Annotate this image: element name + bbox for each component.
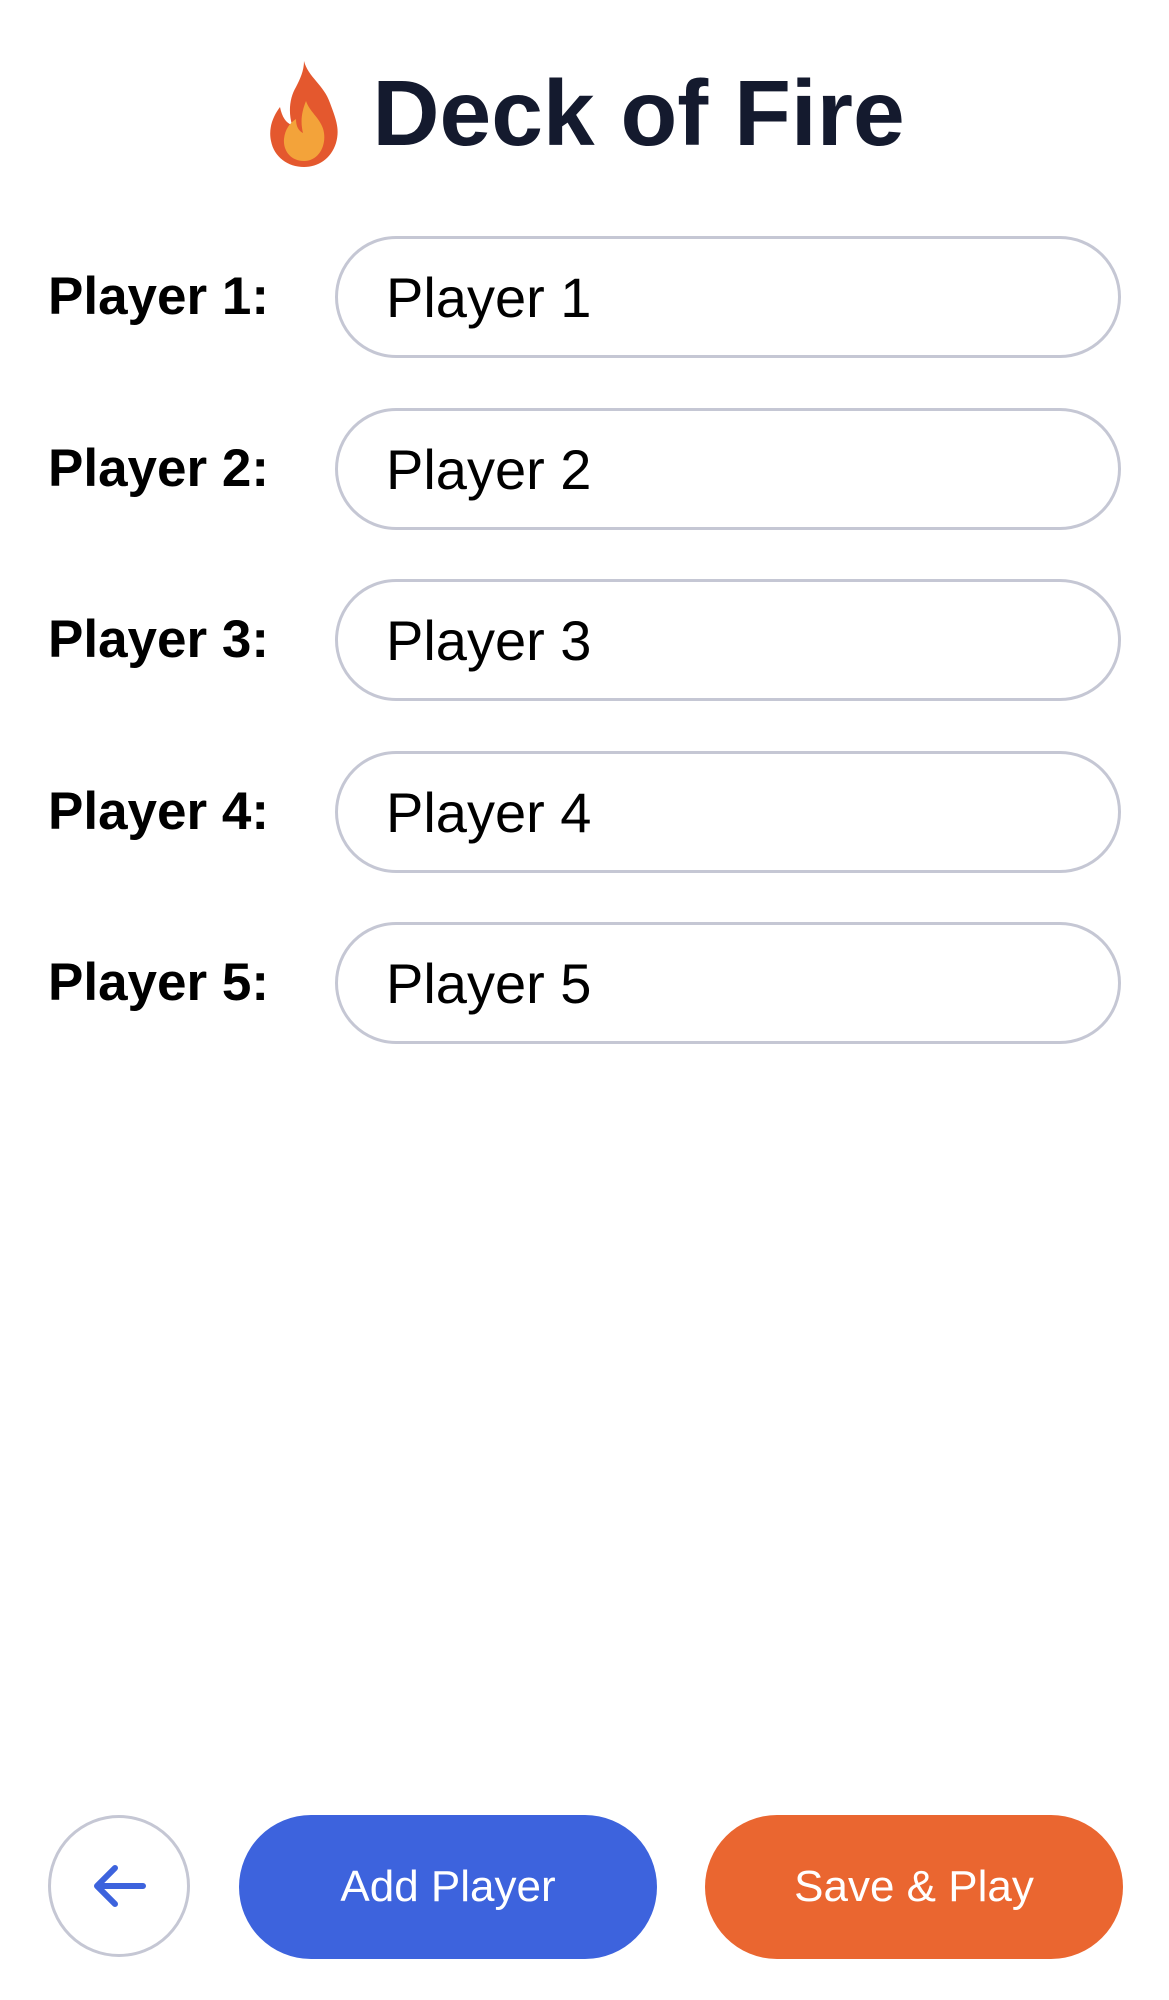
player-label: Player 5: bbox=[48, 953, 269, 1012]
player-label: Player 3: bbox=[48, 610, 269, 669]
player-name-input[interactable] bbox=[335, 408, 1121, 530]
player-name-input[interactable] bbox=[335, 922, 1121, 1044]
player-name-input[interactable] bbox=[335, 751, 1121, 873]
add-player-label: Add Player bbox=[340, 1862, 556, 1911]
player-row: Player 5: bbox=[0, 922, 1169, 1044]
player-name-input[interactable] bbox=[335, 579, 1121, 701]
player-row: Player 1: bbox=[0, 236, 1169, 358]
add-player-button[interactable]: Add Player bbox=[239, 1815, 657, 1959]
save-and-play-button[interactable]: Save & Play bbox=[705, 1815, 1123, 1959]
player-row: Player 3: bbox=[0, 579, 1169, 701]
player-label: Player 1: bbox=[48, 267, 269, 326]
save-and-play-label: Save & Play bbox=[794, 1862, 1034, 1911]
player-row: Player 2: bbox=[0, 408, 1169, 530]
arrow-left-icon bbox=[94, 1865, 146, 1907]
player-label: Player 2: bbox=[48, 439, 269, 498]
fire-icon bbox=[270, 61, 338, 167]
player-name-input[interactable] bbox=[335, 236, 1121, 358]
player-label: Player 4: bbox=[48, 782, 269, 841]
page-title: Deck of Fire bbox=[372, 60, 905, 165]
player-row: Player 4: bbox=[0, 751, 1169, 873]
back-button[interactable] bbox=[48, 1815, 190, 1957]
app-header: Deck of Fire bbox=[0, 38, 1169, 188]
